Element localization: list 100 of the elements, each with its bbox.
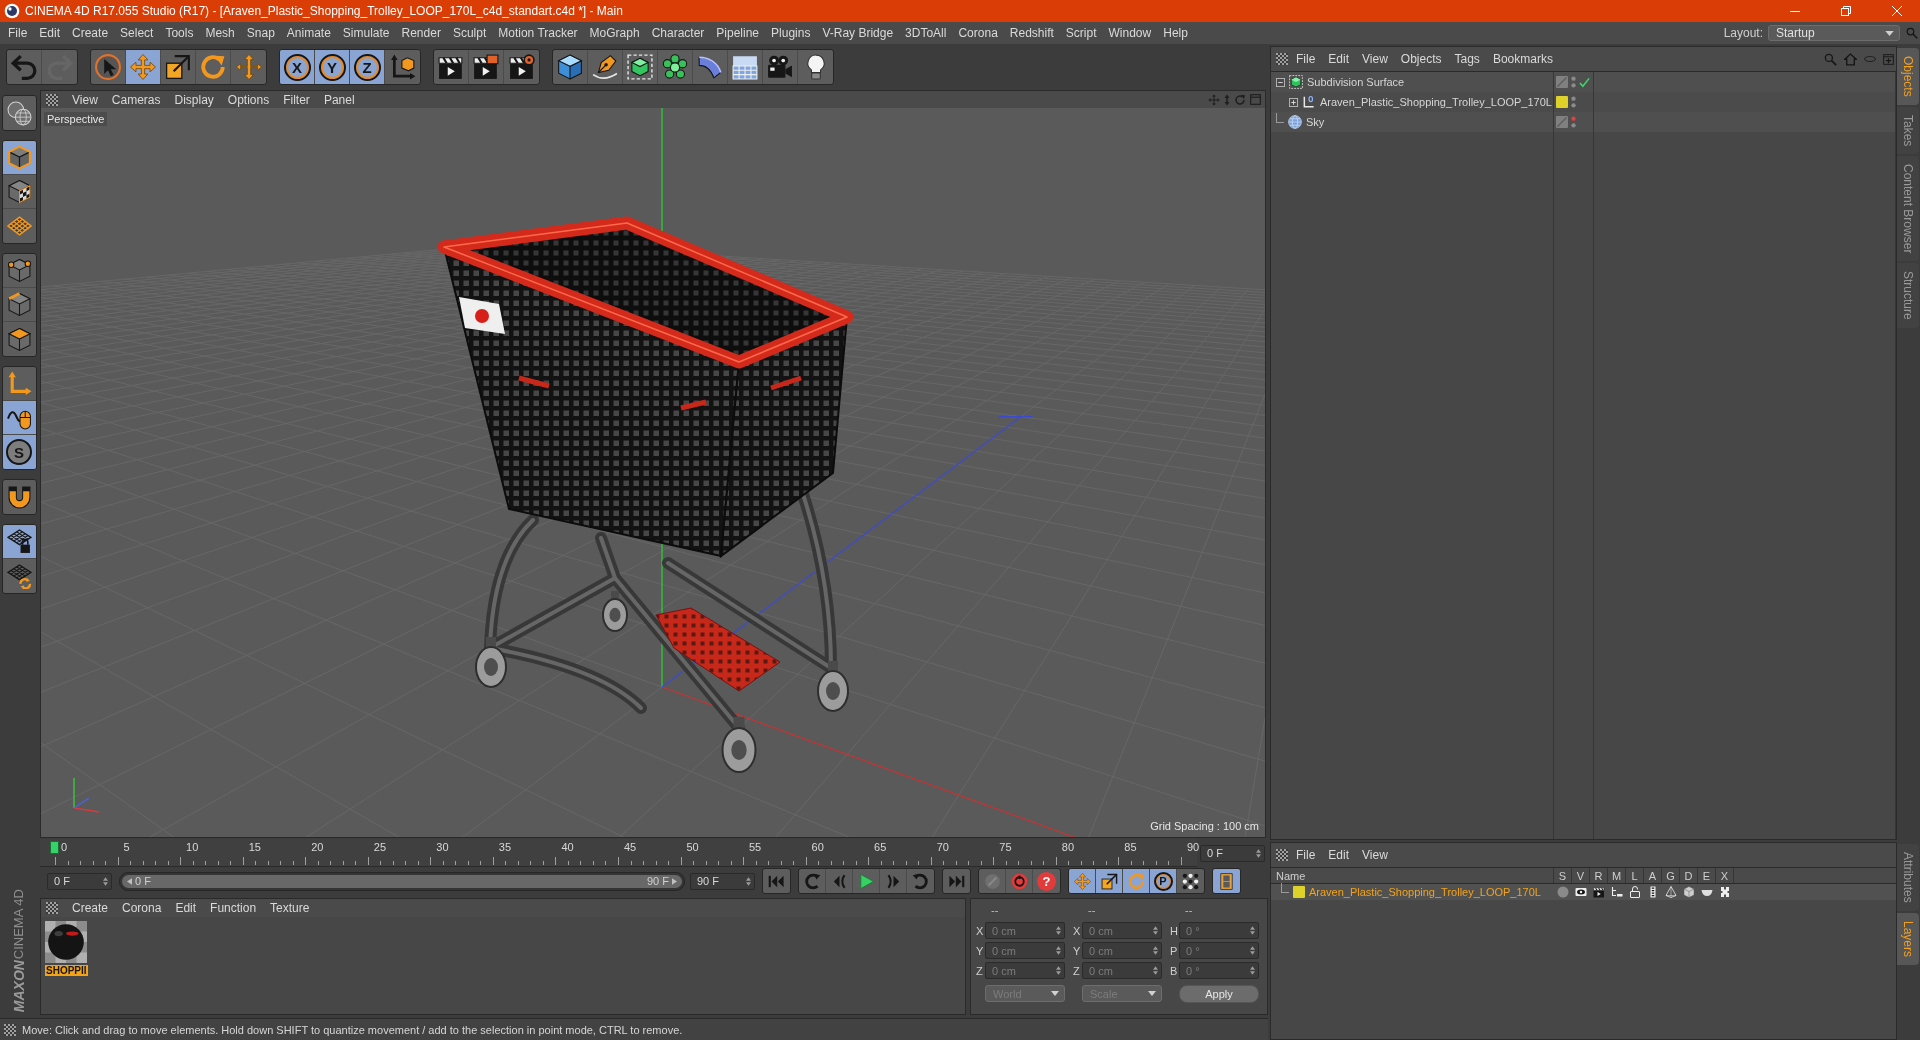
menu-item[interactable]: Window: [1108, 26, 1152, 40]
menu-item[interactable]: Tools: [165, 26, 194, 40]
menu-item[interactable]: Create: [72, 901, 109, 915]
panel-tab[interactable]: Takes: [1897, 106, 1919, 155]
column-header[interactable]: L: [1626, 868, 1644, 883]
menu-item[interactable]: Bookmarks: [1492, 52, 1553, 66]
column-header[interactable]: A: [1644, 868, 1662, 883]
menu-item[interactable]: Edit: [175, 901, 197, 915]
start-frame-field[interactable]: 0 F: [47, 872, 112, 890]
visibility-dots-icon[interactable]: [1571, 76, 1576, 88]
rotate-button[interactable]: [1123, 869, 1150, 893]
menu-item[interactable]: V-Ray Bridge: [822, 26, 894, 40]
collapse-icon[interactable]: [1276, 77, 1285, 87]
film-strip-button[interactable]: [1213, 869, 1240, 893]
clapperboard-icon[interactable]: [1593, 886, 1605, 898]
expand-icon[interactable]: [1289, 97, 1298, 107]
frame-number: 85: [1124, 841, 1137, 853]
object-row[interactable]: Subdivision Surface: [1271, 72, 1896, 92]
mouse-curve-button[interactable]: [2, 401, 36, 435]
menu-item[interactable]: Edit: [39, 26, 61, 40]
panel-tab[interactable]: Objects: [1897, 48, 1919, 105]
grid-lock-button[interactable]: [2, 525, 36, 559]
column-header[interactable]: V: [1572, 868, 1590, 883]
layout-dropdown[interactable]: Startup: [1768, 25, 1900, 41]
material-item[interactable]: SHOPPII: [45, 921, 88, 976]
move-button[interactable]: [126, 50, 161, 84]
menu-item[interactable]: Panel: [323, 92, 355, 107]
menu-item[interactable]: 3DToAll: [905, 26, 947, 40]
checkmark-icon[interactable]: [1579, 76, 1590, 88]
menu-item[interactable]: Display: [174, 92, 214, 107]
column-header[interactable]: E: [1698, 868, 1716, 883]
panel-tab[interactable]: Attributes: [1897, 844, 1919, 911]
node-icon[interactable]: [1719, 886, 1731, 898]
menu-item[interactable]: Sculpt: [452, 26, 487, 40]
menu-item[interactable]: View: [72, 92, 98, 107]
axis-lock-button[interactable]: Z: [350, 50, 385, 84]
menu-item[interactable]: MoGraph: [589, 26, 640, 40]
end-frame-field[interactable]: 90 F: [690, 872, 755, 890]
menu-item[interactable]: Redshift: [1009, 26, 1054, 40]
column-header[interactable]: X: [1716, 868, 1734, 883]
move-button[interactable]: [1069, 869, 1096, 893]
object-row[interactable]: Sky: [1271, 112, 1896, 132]
menu-item[interactable]: Create: [72, 26, 109, 40]
menu-item[interactable]: File: [1296, 848, 1316, 862]
menu-item[interactable]: Function: [210, 901, 257, 915]
menu-item[interactable]: File: [8, 26, 28, 40]
panel-tab[interactable]: Structure: [1897, 263, 1919, 329]
viewport-canvas[interactable]: Perspective Grid Spacing : 100 cm: [41, 108, 1265, 837]
eye-icon[interactable]: [1575, 886, 1587, 898]
menu-item[interactable]: Simulate: [342, 26, 390, 40]
column-header[interactable]: R: [1590, 868, 1608, 883]
menu-item[interactable]: Objects: [1400, 52, 1442, 66]
visibility-dots-icon[interactable]: [1571, 116, 1576, 128]
visibility-dots-icon[interactable]: [1571, 96, 1576, 108]
menu-item[interactable]: Animate: [286, 26, 331, 40]
hierarchy-icon[interactable]: [1611, 886, 1623, 898]
menu-item[interactable]: Motion Tracker: [498, 26, 578, 40]
menu-item[interactable]: Pipeline: [716, 26, 760, 40]
menu-item[interactable]: Mesh: [205, 26, 235, 40]
menu-item[interactable]: Edit: [1328, 848, 1350, 862]
column-header[interactable]: G: [1662, 868, 1680, 883]
padlock-icon[interactable]: [1629, 886, 1641, 898]
menu-item[interactable]: Snap: [246, 26, 275, 40]
menu-item[interactable]: Script: [1065, 26, 1097, 40]
menu-item[interactable]: Filter: [283, 92, 310, 107]
menu-item[interactable]: Corona: [122, 901, 162, 915]
menu-item[interactable]: Select: [120, 26, 154, 40]
menu-item[interactable]: View: [1362, 52, 1388, 66]
menu-item[interactable]: View: [1362, 848, 1388, 862]
parameter-button[interactable]: P: [1150, 869, 1177, 893]
panel-tab[interactable]: Content Browser: [1897, 156, 1919, 262]
menu-item[interactable]: Render: [401, 26, 441, 40]
menu-item[interactable]: Cameras: [111, 92, 161, 107]
solo-dot-icon[interactable]: [1557, 886, 1569, 898]
column-header[interactable]: S: [1554, 868, 1572, 883]
menu-item[interactable]: Character: [651, 26, 705, 40]
pyramid-icon[interactable]: [1665, 886, 1677, 898]
axis-lock-button[interactable]: X: [280, 50, 315, 84]
menu-item[interactable]: Options: [227, 92, 270, 107]
scale-button[interactable]: [1096, 869, 1123, 893]
menu-item[interactable]: Plugins: [771, 26, 811, 40]
cube-outline-button[interactable]: [2, 141, 36, 175]
menu-item[interactable]: Tags: [1454, 52, 1480, 66]
menu-item[interactable]: Edit: [1328, 52, 1350, 66]
axis-lock-button[interactable]: Y: [315, 50, 350, 84]
menu-item[interactable]: Texture: [270, 901, 310, 915]
menu-item[interactable]: Corona: [958, 26, 998, 40]
panel-tab[interactable]: Layers: [1897, 912, 1919, 965]
column-header[interactable]: Name: [1271, 868, 1554, 883]
playhead[interactable]: [50, 841, 59, 854]
object-row[interactable]: Araven_Plastic_Shopping_Trolley_LOOP_170L: [1271, 92, 1896, 112]
column-header[interactable]: M: [1608, 868, 1626, 883]
column-header[interactable]: D: [1680, 868, 1698, 883]
timeline-ruler[interactable]: 0 5 10 15 20 25 30 35 40 45 50 55 60 65 70 75 80 85 90: [40, 839, 1197, 867]
current-frame-field[interactable]: 0 F: [1200, 844, 1265, 862]
cube-icon[interactable]: [1683, 886, 1695, 898]
solo-button[interactable]: S: [2, 435, 36, 469]
menu-item[interactable]: File: [1296, 52, 1316, 66]
layer-row[interactable]: Araven_Plastic_Shopping_Trolley_LOOP_170L: [1271, 884, 1896, 900]
menu-item[interactable]: Help: [1163, 26, 1188, 40]
